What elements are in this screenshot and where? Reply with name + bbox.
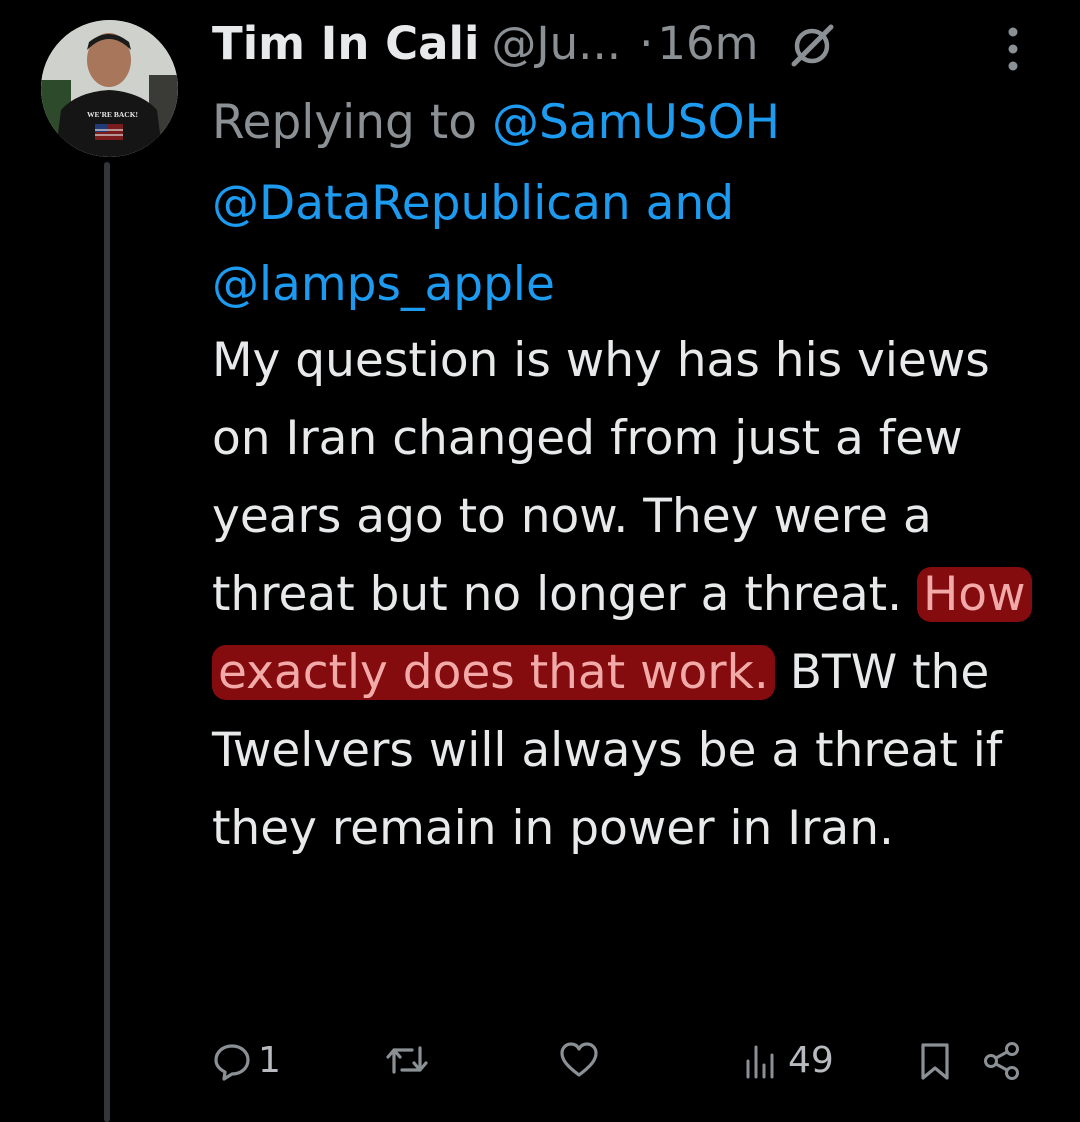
tweet-header: Tim In Cali @Ju... · 16m [212,12,835,76]
share-button[interactable] [982,1040,1022,1082]
grok-icon[interactable] [789,21,835,67]
like-button[interactable] [558,1040,606,1080]
bookmark-icon [918,1040,952,1082]
reply-count: 1 [258,1040,281,1081]
timestamp[interactable]: 16m [657,12,758,76]
bookmark-button[interactable] [918,1040,952,1082]
separator-dot: · [639,17,654,70]
replying-to-label: Replying to [212,95,477,150]
avatar-shirt-text: WE'RE BACK! [87,110,138,119]
author-name[interactable]: Tim In Cali [212,12,479,76]
like-icon [558,1040,600,1080]
reply-button[interactable]: 1 [212,1040,281,1081]
avatar-photo: WE'RE BACK! [41,20,178,157]
retweet-button[interactable] [384,1040,436,1080]
more-icon[interactable] [1002,24,1024,74]
avatar[interactable]: WE'RE BACK! [41,20,178,157]
mention-conjunction: and [645,176,735,231]
thread-line [104,162,110,1122]
retweet-icon [384,1040,430,1080]
share-icon [982,1040,1022,1082]
mention-datarepublican[interactable]: @DataRepublican [212,176,631,231]
reply-icon [212,1041,252,1081]
author-handle[interactable]: @Ju... [491,12,621,76]
tweet-body-text-1: My question is why has his views on Iran… [212,333,990,622]
views-icon [742,1041,782,1081]
tweet-body: My question is why has his views on Iran… [212,322,1052,868]
views-button[interactable]: 49 [742,1040,834,1081]
views-count: 49 [788,1040,834,1081]
replying-to: Replying to @SamUSOH @DataRepublican and… [212,82,1032,325]
mention-samusoh[interactable]: @SamUSOH [492,95,780,150]
action-bar: 1 49 [0,1030,1080,1100]
mention-lamps-apple[interactable]: @lamps_apple [212,257,555,312]
